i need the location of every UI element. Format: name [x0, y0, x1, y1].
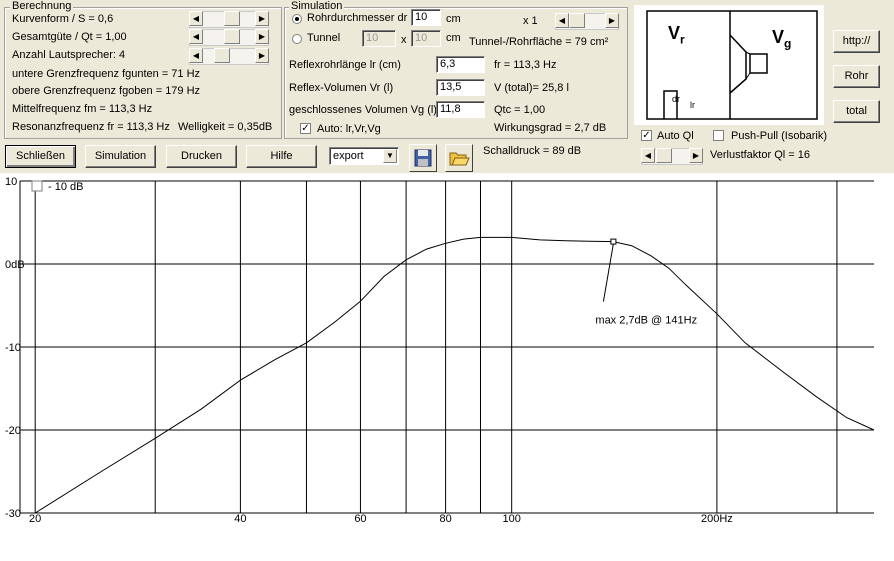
chart-background	[0, 173, 894, 561]
verlustfaktor-slider[interactable]: ◀ ▶	[641, 148, 703, 165]
slider-thumb[interactable]	[214, 48, 230, 63]
x-tick-label: 200Hz	[701, 513, 733, 525]
geschl-input[interactable]: 11,8	[436, 101, 485, 118]
verlustfaktor-label: Verlustfaktor Ql = 16	[710, 149, 810, 161]
x-tick-label: 40	[234, 513, 246, 525]
fgoben-label: obere Grenzfrequenz fgoben = 179 Hz	[12, 85, 201, 97]
vg-label: Vg	[772, 27, 792, 51]
fm-label: Mittelfrequenz fm = 113,3 Hz	[12, 103, 153, 115]
total-button[interactable]: total	[833, 100, 880, 123]
reflexlaenge-input[interactable]: 6,3	[436, 56, 485, 73]
rohr-label: Rohrdurchmesser dr	[307, 12, 408, 24]
guete-slider[interactable]: ◀ ▶	[189, 29, 269, 46]
vtotal-label: V (total)= 25,8 l	[494, 82, 569, 94]
simulation-button[interactable]: Simulation	[85, 145, 156, 168]
rohr-input[interactable]: 10	[411, 9, 441, 26]
y-tick-label: -30	[5, 508, 21, 520]
fr-output: fr = 113,3 Hz	[494, 59, 557, 71]
y-tick-label: -20	[5, 425, 21, 437]
y-tick-label: 10	[5, 176, 17, 188]
http-button[interactable]: http://	[833, 30, 880, 53]
vr-label: Vr	[668, 23, 685, 47]
scroll-left-icon[interactable]: ◀	[189, 11, 203, 26]
y-tick-label: -10	[5, 342, 21, 354]
qtc-label: Qtc = 1,00	[494, 104, 546, 116]
export-select-value: export	[333, 150, 364, 162]
simulation-title: Simulation	[289, 0, 345, 12]
kurvenform-slider[interactable]: ◀ ▶	[189, 11, 269, 28]
scroll-right-icon[interactable]: ▶	[255, 29, 269, 44]
geschl-label: geschlossenes Volumen Vg (l)	[289, 104, 437, 116]
floppy-disk-icon	[414, 149, 432, 167]
scroll-left-icon[interactable]: ◀	[189, 48, 203, 63]
tunnel-unit: cm	[446, 32, 461, 44]
kurvenform-label: Kurvenform / S = 0,6	[12, 13, 114, 25]
scroll-left-icon[interactable]: ◀	[189, 29, 203, 44]
wirkungsgrad-label: Wirkungsgrad = 2,7 dB	[494, 122, 607, 134]
frequency-response-chart: 10 0dB -10 -20 -30 20 40 60 80 100 200Hz max 2,7dB …	[0, 173, 894, 561]
schalldruck-label: Schalldruck = 89 dB	[483, 145, 582, 157]
tunnel-label: Tunnel	[307, 32, 341, 44]
auto-label: Auto: lr,Vr,Vg	[317, 123, 381, 135]
scroll-right-icon[interactable]: ▶	[605, 13, 619, 28]
berechnung-title: Berechnung	[10, 0, 74, 12]
multiplier-slider[interactable]: ◀ ▶	[555, 13, 619, 30]
dr-label: dr	[672, 94, 681, 104]
x-tick-label: 60	[354, 513, 366, 525]
push-pull-checkbox[interactable]	[713, 130, 724, 141]
tunnel-b-input[interactable]: 10	[411, 30, 441, 47]
scroll-right-icon[interactable]: ▶	[689, 148, 703, 163]
tunnel-x-label: x	[401, 34, 407, 46]
rohr-button[interactable]: Rohr	[833, 65, 880, 88]
hilfe-button[interactable]: Hilfe	[246, 145, 317, 168]
x-tick-label: 80	[439, 513, 451, 525]
guete-label: Gesamtgüte / Qt = 1,00	[12, 31, 127, 43]
x-tick-label: 100	[503, 513, 521, 525]
minus10db-label: - 10 dB	[48, 181, 83, 193]
reflexvol-label: Reflex-Volumen Vr (l)	[289, 82, 394, 94]
folder-open-icon	[449, 152, 470, 166]
save-button[interactable]	[409, 144, 437, 172]
chevron-down-icon[interactable]: ▼	[383, 149, 397, 163]
push-pull-label: Push-Pull (Isobarik)	[731, 130, 827, 142]
scroll-left-icon[interactable]: ◀	[641, 148, 655, 163]
flaeche-label: Tunnel-/Rohrfläche = 79 cm²	[469, 36, 609, 48]
export-select[interactable]: export ▼	[329, 147, 399, 165]
slider-thumb[interactable]	[224, 11, 240, 26]
open-button[interactable]	[445, 144, 473, 172]
scroll-left-icon[interactable]: ◀	[555, 13, 569, 28]
welligkeit-label: Welligkeit = 0,35dB	[178, 121, 273, 133]
slider-thumb[interactable]	[656, 148, 672, 163]
annotation-label: max 2,7dB @ 141Hz	[595, 315, 697, 327]
auto-ql-checkbox[interactable]: ✓	[641, 130, 652, 141]
minus10db-checkbox[interactable]	[31, 180, 43, 192]
x-tick-label: 20	[29, 513, 41, 525]
drucken-button[interactable]: Drucken	[166, 145, 237, 168]
rohr-radio[interactable]	[292, 14, 302, 24]
lr-label: lr	[690, 100, 695, 110]
slider-thumb[interactable]	[224, 29, 240, 44]
fgunten-label: untere Grenzfrequenz fgunten = 71 Hz	[12, 68, 201, 80]
reflexlaenge-label: Reflexrohrlänge lr (cm)	[289, 59, 401, 71]
box-diagram: Vr Vg dr lr	[634, 5, 824, 125]
tunnel-radio[interactable]	[292, 34, 302, 44]
rohr-unit: cm	[446, 13, 461, 25]
auto-checkbox[interactable]: ✓	[300, 123, 311, 134]
max-marker	[610, 238, 617, 245]
fr-label: Resonanzfrequenz fr = 113,3 Hz	[12, 121, 170, 133]
schliessen-button[interactable]: Schließen	[5, 145, 76, 168]
lautsprecher-label: Anzahl Lautsprecher: 4	[12, 49, 126, 61]
scroll-right-icon[interactable]: ▶	[255, 48, 269, 63]
scroll-right-icon[interactable]: ▶	[255, 11, 269, 26]
auto-ql-label: Auto Ql	[657, 130, 694, 142]
reflexvol-input[interactable]: 13,5	[436, 79, 485, 96]
y-tick-label: 0dB	[5, 259, 25, 271]
multiplier-label: x 1	[523, 15, 538, 27]
tunnel-a-input[interactable]: 10	[362, 30, 396, 47]
slider-thumb[interactable]	[569, 13, 585, 28]
lautsprecher-slider[interactable]: ◀ ▶	[189, 48, 269, 65]
